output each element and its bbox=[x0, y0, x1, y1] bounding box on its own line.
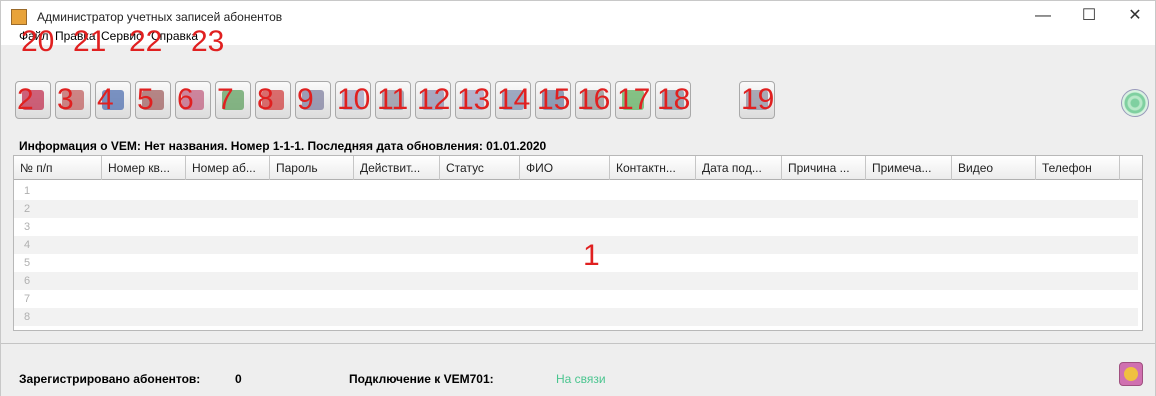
table-row[interactable]: 3 bbox=[14, 218, 1138, 236]
column-header-8[interactable]: Дата под... bbox=[696, 156, 782, 180]
marker-3: 3 bbox=[57, 83, 74, 116]
connection-status: На связи bbox=[556, 372, 606, 386]
table-row[interactable]: 2 bbox=[14, 200, 1138, 218]
marker-13: 13 bbox=[457, 83, 491, 116]
marker-16: 16 bbox=[577, 83, 611, 116]
marker-9: 9 bbox=[297, 83, 314, 116]
column-header-7[interactable]: Контактн... bbox=[610, 156, 696, 180]
column-header-9[interactable]: Причина ... bbox=[782, 156, 866, 180]
marker-14: 14 bbox=[497, 83, 531, 116]
app-window: Администратор учетных записей абонентов … bbox=[0, 0, 1156, 396]
column-header-1[interactable]: Номер кв... bbox=[102, 156, 186, 180]
marker-21: 21 bbox=[73, 25, 107, 58]
marker-10: 10 bbox=[337, 83, 371, 116]
table-row[interactable]: 7 bbox=[14, 290, 1138, 308]
marker-20: 20 bbox=[21, 25, 55, 58]
app-icon bbox=[11, 9, 27, 25]
marker-17: 17 bbox=[617, 83, 651, 116]
status-bar: Зарегистрировано абонентов: 0 Подключени… bbox=[1, 343, 1155, 396]
marker-7: 7 bbox=[217, 83, 234, 116]
table-row[interactable]: 6 bbox=[14, 272, 1138, 290]
marker-23: 23 bbox=[191, 25, 225, 58]
marker-6: 6 bbox=[177, 83, 194, 116]
minimize-button[interactable]: — bbox=[1023, 5, 1063, 27]
marker-22: 22 bbox=[129, 25, 163, 58]
table-row[interactable]: 1 bbox=[14, 182, 1138, 200]
vem-info-line: Информация о VEM: Нет названия. Номер 1-… bbox=[19, 139, 547, 153]
window-title: Администратор учетных записей абонентов bbox=[37, 10, 283, 24]
title-bar: Администратор учетных записей абонентов … bbox=[1, 1, 1155, 27]
status-icon[interactable] bbox=[1119, 362, 1143, 386]
marker-19: 19 bbox=[741, 83, 775, 116]
table-header: № п/п Номер кв... Номер аб... Пароль Действи… bbox=[14, 156, 1142, 180]
marker-15: 15 bbox=[537, 83, 571, 116]
column-header-3[interactable]: Пароль bbox=[270, 156, 354, 180]
column-header-10[interactable]: Примеча... bbox=[866, 156, 952, 180]
marker-5: 5 bbox=[137, 83, 154, 116]
column-header-12[interactable]: Телефон bbox=[1036, 156, 1120, 180]
column-header-5[interactable]: Статус bbox=[440, 156, 520, 180]
table-row[interactable]: 8 bbox=[14, 308, 1138, 326]
connection-label: Подключение к VEM701: bbox=[349, 372, 494, 386]
marker-18: 18 bbox=[657, 83, 691, 116]
close-button[interactable]: ✕ bbox=[1115, 5, 1155, 27]
column-header-2[interactable]: Номер аб... bbox=[186, 156, 270, 180]
maximize-button[interactable]: ☐ bbox=[1069, 5, 1109, 27]
marker-2: 2 bbox=[17, 83, 34, 116]
table-row[interactable]: 4 bbox=[14, 236, 1138, 254]
registered-label: Зарегистрировано абонентов: bbox=[19, 372, 201, 386]
registered-count: 0 bbox=[235, 372, 242, 386]
signal-icon[interactable] bbox=[1121, 89, 1149, 117]
subscribers-table: № п/п Номер кв... Номер аб... Пароль Действи… bbox=[13, 155, 1143, 331]
marker-11: 11 bbox=[377, 83, 409, 116]
table-row[interactable]: 5 bbox=[14, 254, 1138, 272]
marker-8: 8 bbox=[257, 83, 274, 116]
column-header-11[interactable]: Видео bbox=[952, 156, 1036, 180]
column-header-4[interactable]: Действит... bbox=[354, 156, 440, 180]
column-header-6[interactable]: ФИО bbox=[520, 156, 610, 180]
menu-bar: Файл Правка Сервис Справка bbox=[1, 27, 1155, 45]
column-header-0[interactable]: № п/п bbox=[14, 156, 102, 180]
marker-12: 12 bbox=[417, 83, 451, 116]
marker-4: 4 bbox=[97, 83, 114, 116]
marker-1: 1 bbox=[583, 239, 600, 272]
